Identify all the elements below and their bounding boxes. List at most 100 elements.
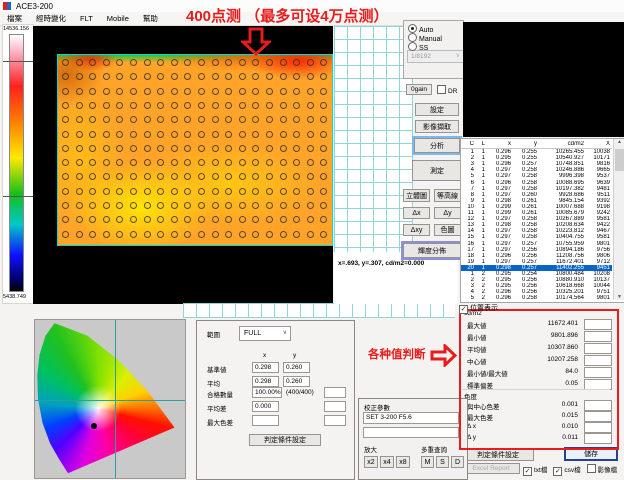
excel-report-button[interactable]: Excel Report [462, 463, 520, 474]
measure-point-marker [239, 216, 246, 223]
measure-button[interactable]: 測定 [412, 160, 462, 181]
image-viewer[interactable] [33, 26, 333, 304]
range-judge-condition-button[interactable]: 判定條件設定 [249, 434, 321, 446]
measure-point-marker [116, 159, 123, 166]
cursor-status-area: x=.693, y=.307, cd/m2=0.000 [334, 252, 458, 304]
measure-point-marker [293, 188, 300, 195]
stats-limit-box[interactable] [584, 355, 612, 366]
radio-circle-icon[interactable] [408, 42, 417, 51]
pass-percent-field[interactable]: 100.00% [252, 387, 282, 398]
delta-y-button[interactable]: Δy [434, 207, 461, 219]
stats-limit-box[interactable] [584, 422, 612, 433]
capture-image-button[interactable]: 影像擷取 [415, 120, 459, 133]
delta-x-button[interactable]: Δx [403, 207, 430, 219]
menu-item-2[interactable]: FLT [73, 12, 100, 25]
avg-diff-field[interactable]: 0.000 [252, 401, 279, 412]
measure-point-marker [198, 102, 205, 109]
file-type-checkbox[interactable]: ✓txt檔 [523, 467, 547, 474]
measure-point-marker [239, 173, 246, 180]
measure-point-marker [252, 188, 259, 195]
radio-auto[interactable]: Auto [408, 24, 433, 32]
measure-point-marker [212, 231, 219, 238]
pass-limit-box[interactable] [324, 387, 346, 398]
table-scrollbar[interactable]: ▲▼ [613, 139, 624, 300]
measure-point-marker [266, 116, 273, 123]
calibration-empty-field[interactable] [363, 427, 459, 438]
multi-query-m-button[interactable]: M [421, 456, 434, 468]
menu-item-4[interactable]: 幫助 [136, 12, 165, 25]
zoom-x8-button[interactable]: x8 [396, 456, 410, 468]
shutter-dropdown[interactable]: 1/8192 [407, 50, 464, 63]
dr-checkbox[interactable]: DR [437, 85, 457, 95]
menu-item-3[interactable]: Mobile [100, 12, 136, 25]
cie-chromaticity-diagram[interactable] [34, 319, 186, 479]
colorbar-panel: 14536.156 5438.749 [2, 24, 34, 304]
measure-point-marker [89, 188, 96, 195]
measure-point-marker [89, 173, 96, 180]
file-type-checkbox[interactable]: 影像檔 [587, 467, 618, 474]
average-y-field[interactable]: 0.260 [283, 376, 310, 387]
measure-point-marker [62, 216, 69, 223]
measure-point-marker [116, 88, 123, 95]
measure-point-marker [76, 145, 83, 152]
stereo-view-button[interactable]: 立體圖 [403, 189, 430, 202]
stats-limit-box[interactable] [584, 400, 612, 411]
measure-point-marker [293, 159, 300, 166]
analyze-button[interactable]: 分析 [414, 138, 460, 153]
stats-limit-box[interactable] [584, 343, 612, 354]
stats-limit-box[interactable] [584, 411, 612, 422]
measure-point-marker [89, 216, 96, 223]
measure-point-marker [225, 145, 232, 152]
multi-query-s-button[interactable]: S [436, 456, 449, 468]
position-display-checkbox[interactable]: ✓位置表示 [459, 303, 498, 314]
table-cell: 5 [461, 295, 474, 301]
file-checkbox-row: ✓txt檔 ✓csv檔影像檔 [523, 464, 623, 476]
measure-point-marker [198, 202, 205, 209]
avg-diff-limit-box[interactable] [324, 401, 346, 412]
radio-circle-icon[interactable] [408, 24, 417, 33]
reference-y-field[interactable]: 0.260 [283, 362, 310, 373]
zero-gain-button[interactable]: 0gain [406, 84, 432, 95]
table-row[interactable]: 520.2960.25810174.5649801 [461, 295, 612, 301]
measure-point-marker [320, 216, 327, 223]
colormap-button[interactable]: 色圖 [434, 224, 461, 236]
judge-condition-button[interactable]: 判定條件設定 [462, 448, 534, 461]
contour-button[interactable]: 等高線 [434, 189, 461, 202]
average-x-field[interactable]: 0.298 [252, 376, 279, 387]
max-color-diff-field[interactable] [252, 415, 279, 426]
multi-query-label: 多重查詢 [421, 444, 447, 454]
radio-ss[interactable]: SS [408, 42, 428, 50]
delta-xy-button[interactable]: Δxy [403, 224, 430, 236]
measure-point-marker [320, 131, 327, 138]
settings-button[interactable]: 設定 [415, 103, 459, 116]
measure-point-marker [239, 88, 246, 95]
table-cell: 9801 [584, 295, 610, 301]
measure-point-marker [280, 173, 287, 180]
save-button[interactable]: 儲存 [564, 447, 618, 461]
scrollbar-thumb[interactable] [615, 149, 624, 171]
zoom-x4-button[interactable]: x4 [380, 456, 394, 468]
zoom-x2-button[interactable]: x2 [364, 456, 378, 468]
measurement-table[interactable]: CLxycd/m2X ▲▼ 110.2960.25510265.45510038… [460, 138, 624, 303]
luminance-distribution-button[interactable]: 輝度分佈 [403, 243, 461, 258]
stats-value: 84.0 [500, 368, 578, 375]
stats-limit-box[interactable] [584, 433, 612, 444]
stats-limit-box[interactable] [584, 367, 612, 378]
measure-point-marker [103, 145, 110, 152]
measure-point-marker [293, 102, 300, 109]
dr-checkbox-box[interactable] [437, 85, 446, 94]
max-color-diff-limit-box[interactable] [324, 415, 346, 426]
stats-limit-box[interactable] [584, 331, 612, 342]
stats-limit-box[interactable] [584, 319, 612, 330]
measure-point-marker [130, 188, 137, 195]
calibration-preset-field[interactable]: SET 3-200 F5.6 [363, 412, 459, 424]
reference-x-field[interactable]: 0.298 [252, 362, 279, 373]
range-dropdown[interactable]: FULL [239, 326, 291, 341]
radio-circle-icon[interactable] [408, 33, 417, 42]
radio-manual[interactable]: Manual [408, 33, 442, 41]
luminance-heatmap[interactable] [57, 54, 333, 246]
file-type-checkbox[interactable]: ✓csv檔 [553, 467, 580, 474]
measure-point-marker [212, 216, 219, 223]
menu-item-1[interactable]: 經時變化 [29, 12, 73, 25]
multi-query-d-button[interactable]: D [451, 456, 464, 468]
